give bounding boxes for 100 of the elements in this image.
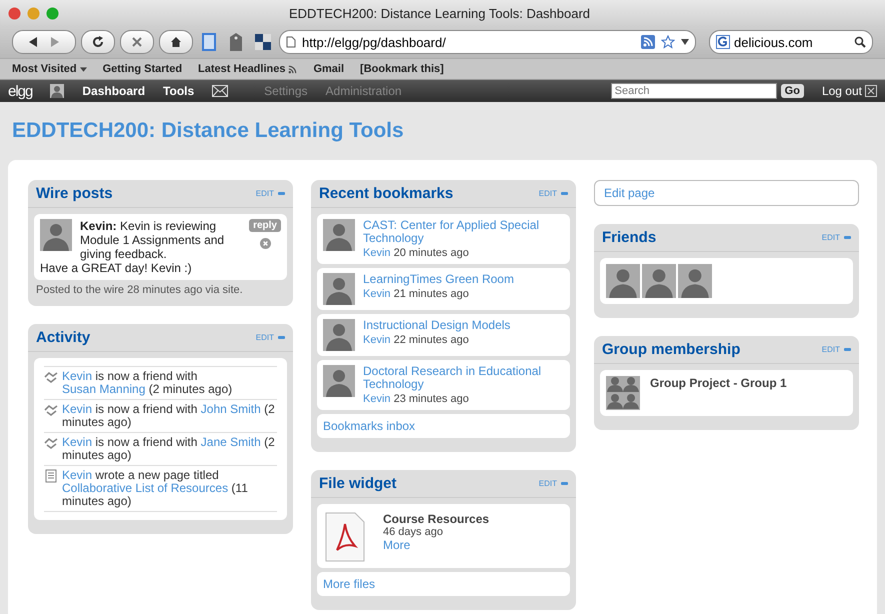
edit-link[interactable]: EDIT bbox=[256, 333, 274, 342]
edit-link[interactable]: EDIT bbox=[822, 233, 840, 242]
delete-icon[interactable] bbox=[260, 238, 271, 249]
reload-button[interactable] bbox=[81, 30, 115, 54]
avatar-icon[interactable] bbox=[323, 319, 355, 351]
bookmark-link[interactable]: Doctoral Research in Educational Technology bbox=[363, 365, 564, 391]
widget-title: File widget bbox=[319, 475, 398, 492]
activity-text: Kevin is now a friend with Susan Manning (2 minutes ago) bbox=[62, 370, 234, 396]
target-link[interactable]: Collaborative List of Resources bbox=[62, 481, 228, 495]
widget-title: Friends bbox=[602, 229, 658, 246]
nav-link[interactable]: Dashboard bbox=[82, 84, 146, 98]
search-icon[interactable] bbox=[854, 36, 866, 48]
edit-link[interactable]: EDIT bbox=[538, 479, 557, 488]
bookmark-link[interactable]: [Bookmark this] bbox=[360, 63, 444, 75]
window-control-icon[interactable] bbox=[8, 6, 21, 20]
rss-icon[interactable] bbox=[641, 35, 655, 49]
timestamp: 21 minutes ago bbox=[394, 288, 469, 300]
widget-title: Activity bbox=[36, 329, 92, 346]
rss-icon bbox=[288, 64, 298, 74]
forward-icon[interactable] bbox=[51, 37, 59, 47]
avatar-icon[interactable] bbox=[642, 264, 676, 298]
target-link[interactable]: Susan Manning bbox=[62, 382, 146, 396]
close-icon[interactable] bbox=[865, 85, 877, 97]
back-icon[interactable] bbox=[29, 37, 37, 47]
target-link[interactable]: John Smith bbox=[200, 402, 261, 416]
collapse-icon[interactable] bbox=[844, 348, 851, 351]
edit-link[interactable]: EDIT bbox=[538, 189, 557, 198]
collapse-icon[interactable] bbox=[561, 192, 568, 195]
profile-link[interactable]: Kevin bbox=[62, 369, 92, 383]
search-engine-icon[interactable] bbox=[716, 35, 730, 49]
activity-text: Kevin is now a friend with Jane Smith (2 minutes ago) bbox=[62, 436, 276, 462]
page-icon bbox=[44, 469, 58, 483]
nav-link[interactable]: Tools bbox=[163, 84, 194, 98]
author-link[interactable]: Kevin bbox=[363, 288, 391, 300]
grid-icon[interactable] bbox=[252, 31, 274, 53]
address-field[interactable]: http://elgg/pg/dashboard/ bbox=[279, 30, 696, 54]
collapse-icon[interactable] bbox=[561, 482, 568, 485]
dropdown-icon[interactable] bbox=[681, 39, 689, 45]
handshake-icon bbox=[44, 436, 58, 450]
avatar-icon[interactable] bbox=[323, 273, 355, 305]
star-icon[interactable] bbox=[661, 35, 675, 49]
group-name[interactable]: Group Project - Group 1 bbox=[650, 376, 787, 410]
edit-link[interactable]: EDIT bbox=[822, 345, 840, 354]
home-button[interactable] bbox=[159, 30, 193, 54]
profile-link[interactable]: Kevin bbox=[62, 435, 92, 449]
profile-icon[interactable] bbox=[50, 84, 64, 98]
avatar-icon[interactable] bbox=[678, 264, 712, 298]
bookmark-link[interactable]: Gmail bbox=[313, 63, 344, 75]
group-icon[interactable] bbox=[606, 376, 640, 410]
window-title: EDDTECH200: Distance Learning Tools: Dashboard bbox=[288, 6, 592, 20]
post-meta: Posted to the wire 28 minutes ago via site. bbox=[36, 284, 244, 296]
timestamp: 23 minutes ago bbox=[394, 393, 469, 405]
profile-link[interactable]: Kevin bbox=[62, 468, 92, 482]
window-control-icon[interactable] bbox=[27, 6, 40, 20]
activity-text: Kevin wrote a new page titled Collaborative List of Resources (11 minutes ago) bbox=[62, 469, 249, 508]
avatar-icon[interactable] bbox=[323, 219, 355, 251]
author-link[interactable]: Kevin bbox=[363, 393, 391, 405]
avatar-icon[interactable] bbox=[40, 219, 72, 251]
window-control-icon[interactable] bbox=[46, 6, 59, 20]
bookmark-link[interactable]: Most Visited bbox=[12, 63, 87, 75]
widget-title: Group membership bbox=[602, 341, 742, 358]
more-link[interactable]: More bbox=[383, 538, 490, 552]
bookmark-link[interactable]: Latest Headlines bbox=[198, 63, 298, 75]
edit-link[interactable]: EDIT bbox=[256, 189, 274, 198]
profile-link[interactable]: Kevin bbox=[62, 402, 92, 416]
timestamp: 20 minutes ago bbox=[394, 247, 469, 259]
search-field[interactable]: delicious.com bbox=[709, 30, 873, 54]
page-title: EDDTECH200: Distance Learning Tools bbox=[12, 119, 404, 143]
stop-button[interactable] bbox=[120, 30, 154, 54]
more-link[interactable]: More files bbox=[323, 577, 376, 591]
bookmark-link[interactable]: Instructional Design Models bbox=[363, 319, 510, 332]
back-forward-button[interactable] bbox=[12, 30, 76, 54]
target-link[interactable]: Jane Smith bbox=[200, 435, 261, 449]
go-button[interactable]: Go bbox=[780, 84, 804, 98]
pdf-icon[interactable] bbox=[325, 512, 365, 562]
bookmark-link[interactable]: Getting Started bbox=[102, 63, 182, 75]
avatar-icon[interactable] bbox=[323, 365, 355, 397]
page-icon bbox=[286, 36, 296, 48]
edit-page-link[interactable]: Edit page bbox=[594, 180, 859, 206]
logout-link[interactable]: Log out bbox=[822, 84, 862, 98]
timestamp: 46 days ago bbox=[383, 526, 444, 538]
mail-icon[interactable] bbox=[212, 85, 228, 97]
author-link[interactable]: Kevin bbox=[363, 334, 391, 346]
site-logo[interactable]: elgg bbox=[8, 82, 32, 100]
handshake-icon bbox=[44, 403, 58, 417]
collapse-icon[interactable] bbox=[844, 236, 851, 239]
reply-button[interactable]: reply bbox=[249, 219, 281, 232]
search-field[interactable]: Search bbox=[610, 83, 777, 99]
close-icon bbox=[131, 36, 143, 48]
collapse-icon[interactable] bbox=[278, 336, 285, 339]
bookmark-link[interactable]: CAST: Center for Applied Special Technology bbox=[363, 219, 564, 245]
widget-title: Recent bookmarks bbox=[319, 185, 454, 202]
caret-icon bbox=[80, 66, 87, 72]
author-link[interactable]: Kevin bbox=[363, 247, 391, 259]
bookmark-link[interactable]: LearningTimes Green Room bbox=[363, 273, 514, 286]
home-icon bbox=[170, 36, 182, 48]
file-title[interactable]: Course Resources bbox=[383, 512, 490, 526]
collapse-icon[interactable] bbox=[278, 192, 285, 195]
post-text: Have a GREAT day! Kevin :) bbox=[40, 261, 193, 275]
avatar-icon[interactable] bbox=[606, 264, 640, 298]
